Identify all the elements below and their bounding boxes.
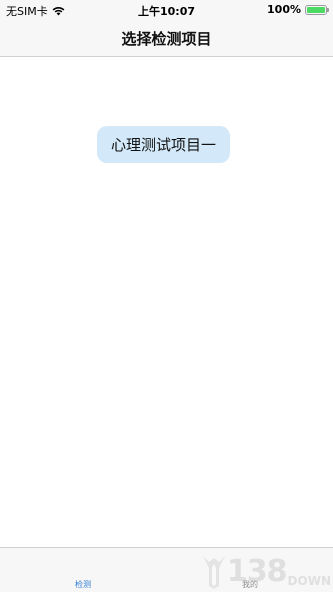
page-title: 选择检测项目 <box>121 30 212 48</box>
tab-detect[interactable]: 检测 <box>0 548 166 593</box>
battery-percent: 100% <box>267 3 301 16</box>
tab-detect-label: 检测 <box>75 580 91 589</box>
battery-icon <box>305 4 329 15</box>
battery-fill <box>307 6 325 13</box>
psych-test-project-button[interactable]: 心理测试项目一 <box>97 126 230 163</box>
watermark: 138 DOWN <box>201 554 331 590</box>
status-bar: 无SIM卡 上午10:07 100% <box>0 0 333 20</box>
navigation-bar: 选择检测项目 <box>0 20 333 57</box>
status-right: 100% <box>267 3 329 16</box>
watermark-number: 138 <box>226 554 288 589</box>
main-content: 心理测试项目一 <box>0 57 333 547</box>
watermark-text: DOWN <box>287 574 331 588</box>
tab-bar: 检测 我的 138 DOWN <box>0 547 333 592</box>
watermark-logo-icon <box>201 554 227 590</box>
